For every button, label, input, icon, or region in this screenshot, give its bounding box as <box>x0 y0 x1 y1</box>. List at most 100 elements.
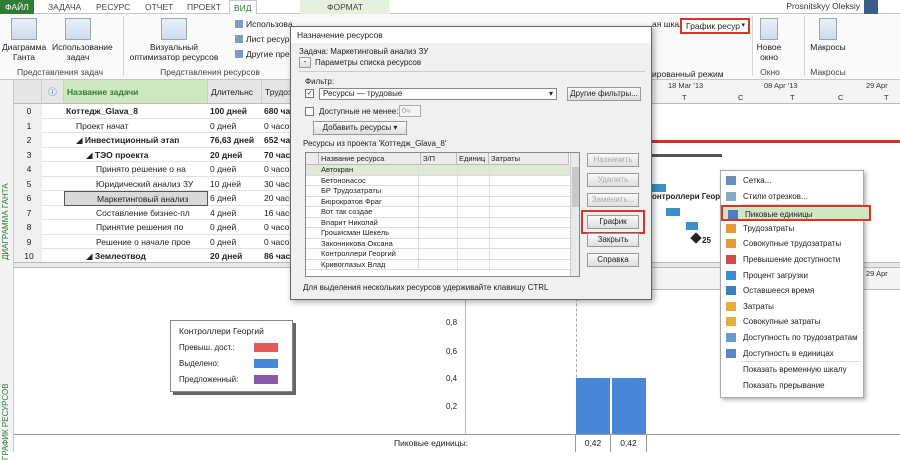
menu-item[interactable]: Оставшееся время <box>721 283 863 299</box>
table-row[interactable]: 5 Юридический анализ ЗУ 10 дней 30 часо <box>14 176 299 192</box>
menu-item[interactable]: Показать прерывание <box>721 378 863 394</box>
resource-sheet-item[interactable]: Лист ресур <box>235 34 289 44</box>
grid-header-cost[interactable]: Затраты <box>489 153 569 165</box>
row-task-name[interactable]: Маркетинговый анализ <box>64 191 208 206</box>
resource-row[interactable]: Бетононасос <box>306 175 579 186</box>
avatar[interactable] <box>864 0 878 14</box>
row-task-name[interactable]: Решение о начале прое <box>64 235 208 250</box>
summary-bar[interactable] <box>652 154 722 157</box>
menu-item[interactable]: Затраты <box>721 299 863 315</box>
resource-row[interactable]: Впарит Николай <box>306 217 579 228</box>
menu-item[interactable]: Превышение доступности <box>721 252 863 268</box>
menu-item[interactable]: Показать временную шкалу <box>721 362 863 378</box>
menu-item[interactable]: Пиковые единицы <box>721 205 871 221</box>
graph-button[interactable]: График <box>587 215 639 229</box>
resource-name[interactable]: Законникова Оксана <box>319 238 419 249</box>
task-bar[interactable] <box>666 208 680 216</box>
other-views-item[interactable]: Другие пре <box>235 49 290 59</box>
menu-item[interactable]: Сетка... <box>721 173 863 189</box>
tab-project[interactable]: ПРОЕКТ <box>183 0 225 14</box>
milestone-diamond[interactable] <box>690 232 702 244</box>
resource-row[interactable]: Вот так создае <box>306 207 579 218</box>
row-task-name[interactable]: ◢ ТЭО проекта <box>64 148 208 163</box>
row-task-name[interactable]: ◢ Инвестиционный этап <box>64 133 208 148</box>
table-row[interactable]: 0 Коттедж_Glava_8 100 дней 680 ча <box>14 104 299 119</box>
tab-report[interactable]: ОТЧЕТ <box>141 0 177 14</box>
tab-task[interactable]: ЗАДАЧА <box>44 0 85 14</box>
peak-units-bar[interactable] <box>576 378 610 440</box>
table-row[interactable]: 9 Решение о начале прое 0 дней 0 часо <box>14 234 299 250</box>
row-duration[interactable]: 100 дней <box>208 104 262 119</box>
resource-row[interactable]: Автокран <box>306 165 579 176</box>
assign-button[interactable]: Назначить <box>587 153 639 167</box>
table-row[interactable]: 2 ◢ Инвестиционный этап 76,63 дней 652 час <box>14 133 299 148</box>
tab-format[interactable]: ФОРМАТ <box>300 0 390 14</box>
gantt-view-label[interactable]: ДИАГРАММА ГАНТА <box>1 183 10 260</box>
available-checkbox[interactable] <box>305 107 314 116</box>
menu-item[interactable]: Стили отрезков... <box>721 189 863 205</box>
resource-name[interactable]: Вот так создае <box>319 207 419 218</box>
row-duration[interactable]: 0 дней <box>208 220 262 235</box>
tab-file[interactable]: ФАЙЛ <box>0 0 34 14</box>
filter-select[interactable]: Ресурсы — трудовые ▾ <box>319 88 557 100</box>
resource-name[interactable]: Грошисман Шекель <box>319 228 419 239</box>
row-task-name[interactable]: Составление бизнес-пл <box>64 206 208 221</box>
macros-button[interactable]: Макросы <box>808 18 848 52</box>
dialog-title[interactable]: Назначение ресурсов <box>291 27 651 43</box>
resource-name[interactable]: Впарит Николай <box>319 217 419 228</box>
replace-button[interactable]: Заменить... <box>587 193 639 207</box>
menu-item[interactable]: Совокупные затраты <box>721 314 863 330</box>
available-hours-input[interactable]: 0ч <box>399 105 421 117</box>
grid-header-units[interactable]: Единиц <box>457 153 489 165</box>
menu-item[interactable]: Совокупные трудозатраты <box>721 236 863 252</box>
row-task-name[interactable]: Принято решение о на <box>64 162 208 177</box>
grid-header-name[interactable]: Название ресурса <box>319 153 421 165</box>
table-row[interactable]: 4 Принято решение о на 0 дней 0 часо <box>14 162 299 177</box>
row-duration[interactable]: 20 дней <box>208 148 262 163</box>
row-duration[interactable]: 0 дней <box>208 162 262 177</box>
visual-optimizer-button[interactable]: Визуальный оптимизатор ресурсов <box>128 18 220 62</box>
table-row[interactable]: 7 Составление бизнес-пл 4 дней 16 часо <box>14 205 299 221</box>
resource-row[interactable]: Кривоглазых Влад <box>306 259 579 270</box>
resource-row[interactable]: Бюрократов Фраг <box>306 196 579 207</box>
row-duration[interactable]: 6 дней <box>208 191 262 206</box>
menu-item[interactable]: Процент загрузки <box>721 268 863 284</box>
row-task-name[interactable]: Коттедж_Glava_8 <box>64 104 208 119</box>
remove-button[interactable]: Удалить <box>587 173 639 187</box>
menu-item[interactable]: Трудозатраты <box>721 221 863 237</box>
row-task-name[interactable]: Проект начат <box>64 119 208 134</box>
resource-name[interactable]: БР Трудозатраты <box>319 186 419 197</box>
resource-row[interactable]: Контроллери Георгий <box>306 249 579 260</box>
help-button[interactable]: Справка <box>587 253 639 267</box>
resource-row[interactable]: Грошисман Шекель <box>306 228 579 239</box>
filter-checkbox[interactable]: ✓ <box>305 89 314 98</box>
more-filters-button[interactable]: Другие фильтры... <box>567 87 641 101</box>
table-row[interactable]: 1 Проект начат 0 дней 0 часо <box>14 118 299 134</box>
grid-scrollbar[interactable] <box>570 153 579 276</box>
resource-graph-dropdown[interactable]: График ресур ▾ <box>680 18 750 34</box>
resource-name[interactable]: Кривоглазых Влад <box>319 259 419 270</box>
task-usage-button[interactable]: Использование задач <box>52 18 113 62</box>
close-button[interactable]: Закрыть <box>587 233 639 247</box>
resource-graph-view-label[interactable]: ГРАФИК РЕСУРСОВ <box>1 383 10 460</box>
resource-row[interactable]: Законникова Оксана <box>306 238 579 249</box>
user-name[interactable]: Prosnitskyy Oleksiy <box>786 1 860 11</box>
table-row[interactable]: 6 Маркетинговый анализ 6 дней 20 часо <box>14 191 299 206</box>
table-row[interactable]: 8 Принятие решения по 0 дней 0 часо <box>14 220 299 235</box>
resource-name[interactable]: Контроллери Георгий <box>319 249 419 260</box>
gantt-chart-button[interactable]: Диаграмма Ганта <box>2 18 46 62</box>
collapse-button[interactable]: - <box>299 57 311 68</box>
table-header-duration[interactable]: Длительнс <box>208 80 262 104</box>
task-bar[interactable] <box>652 184 666 192</box>
add-resources-button[interactable]: Добавить ресурсы ▾ <box>313 121 407 135</box>
peak-units-bar[interactable] <box>612 378 646 440</box>
new-window-button[interactable]: Новое окно <box>754 18 784 62</box>
usage-menu-item[interactable]: Использова <box>235 19 293 29</box>
table-header-name[interactable]: Название задачи <box>64 80 208 104</box>
resource-name[interactable]: Бетононасос <box>319 175 419 186</box>
row-task-name[interactable]: Принятие решения по <box>64 220 208 235</box>
row-duration[interactable]: 10 дней <box>208 177 262 192</box>
row-duration[interactable]: 0 дней <box>208 119 262 134</box>
row-task-name[interactable]: Юридический анализ ЗУ <box>64 177 208 192</box>
menu-item[interactable]: Доступность по трудозатратам <box>721 330 863 346</box>
